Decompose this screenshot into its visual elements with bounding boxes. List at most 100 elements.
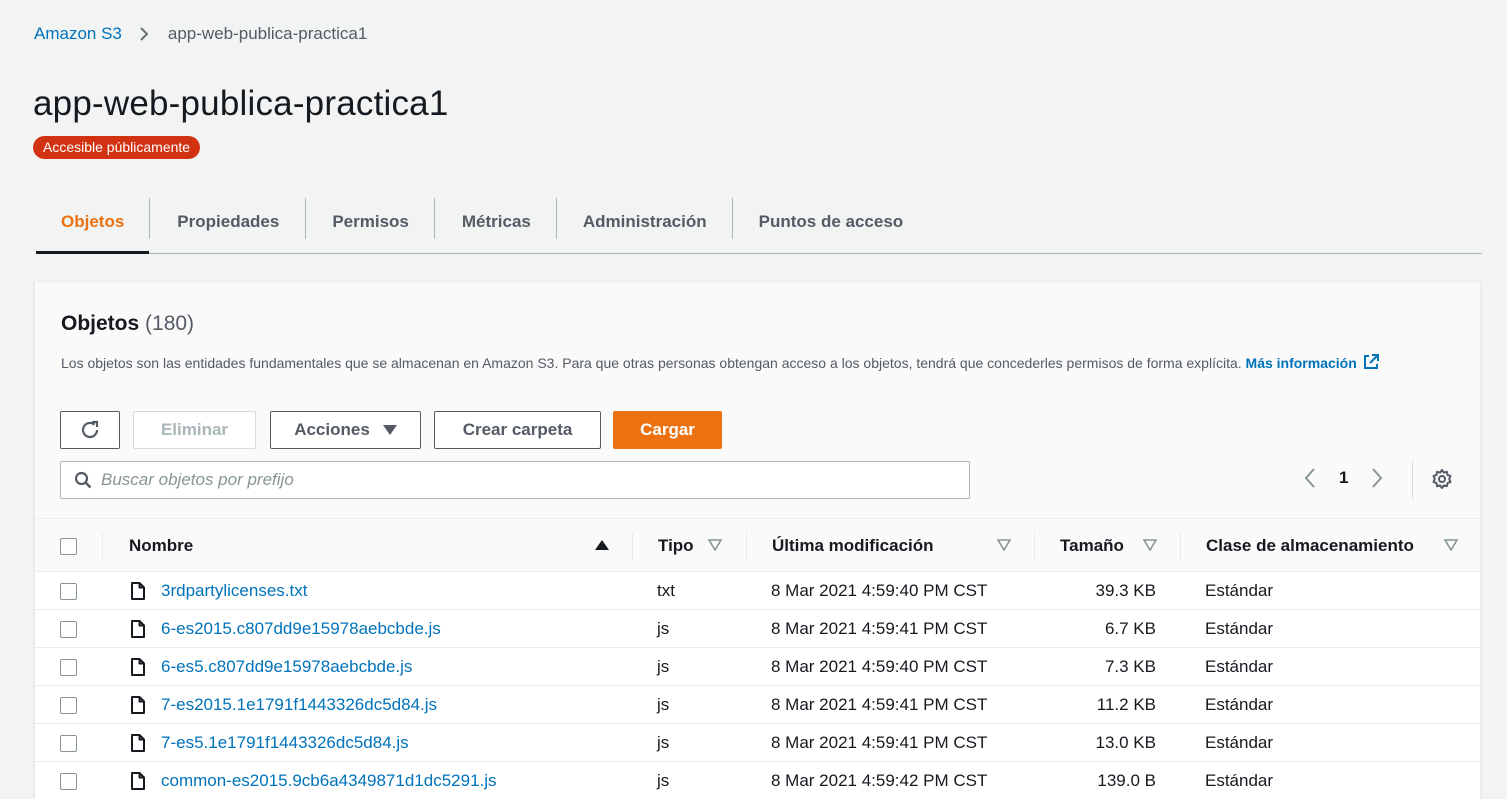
tab-permisos[interactable]: Permisos xyxy=(306,190,434,253)
row-checkbox[interactable] xyxy=(60,582,77,600)
row-checkbox-cell xyxy=(60,610,77,648)
object-name-link[interactable]: 6-es2015.c807dd9e15978aebcbde.js xyxy=(161,610,441,648)
chevron-left-icon xyxy=(1303,467,1317,489)
file-icon xyxy=(131,658,145,676)
search-box xyxy=(60,461,970,499)
row-checkbox[interactable] xyxy=(60,696,77,714)
row-checkbox[interactable] xyxy=(60,772,77,790)
sort-unsorted-icon[interactable] xyxy=(1444,539,1458,551)
column-header-nombre[interactable]: Nombre xyxy=(129,519,193,573)
table-row[interactable]: 7-es2015.1e1791f1443326dc5d84.js js 8 Ma… xyxy=(35,686,1480,724)
table-row[interactable]: common-es2015.9cb6a4349871d1dc5291.js js… xyxy=(35,762,1480,799)
row-checkbox[interactable] xyxy=(60,658,77,676)
sort-ascending-icon[interactable] xyxy=(595,539,609,551)
current-page-number[interactable]: 1 xyxy=(1339,468,1348,488)
object-last-modified: 8 Mar 2021 4:59:41 PM CST xyxy=(771,619,988,638)
search-input[interactable] xyxy=(101,470,951,490)
file-icon xyxy=(131,734,145,752)
chevron-right-icon xyxy=(138,26,150,42)
create-folder-button[interactable]: Crear carpeta xyxy=(434,411,601,449)
column-header-clase-almacenamiento[interactable]: Clase de almacenamiento xyxy=(1206,519,1414,573)
object-type: js xyxy=(657,657,670,676)
delete-button[interactable]: Eliminar xyxy=(133,411,256,449)
column-divider xyxy=(1034,532,1035,560)
external-link-icon xyxy=(1362,353,1380,379)
tab-propiedades[interactable]: Propiedades xyxy=(150,190,305,253)
sort-unsorted-icon[interactable] xyxy=(708,539,722,551)
gear-icon xyxy=(1431,468,1453,490)
tab-label: Puntos de acceso xyxy=(758,211,904,231)
tab-label: Permisos xyxy=(332,211,409,231)
row-checkbox[interactable] xyxy=(60,734,77,752)
more-info-link[interactable]: Más información xyxy=(1246,354,1380,371)
column-header-ultima-modificacion[interactable]: Última modificación xyxy=(772,519,934,573)
tab-puntos-de-acceso[interactable]: Puntos de acceso xyxy=(733,190,929,253)
objects-count: (180) xyxy=(145,312,195,335)
object-size: 13.0 KB xyxy=(1095,733,1157,752)
objects-description: Los objetos son las entidades fundamenta… xyxy=(61,350,1391,379)
object-name-link[interactable]: 6-es5.c807dd9e15978aebcbde.js xyxy=(161,648,412,686)
search-icon xyxy=(74,471,92,489)
object-size: 7.3 KB xyxy=(1104,657,1156,676)
object-last-modified: 8 Mar 2021 4:59:41 PM CST xyxy=(771,695,988,714)
object-name-link[interactable]: common-es2015.9cb6a4349871d1dc5291.js xyxy=(161,762,497,799)
tabs-bar: Objetos Propiedades Permisos Métricas Ad… xyxy=(36,190,1482,254)
sort-unsorted-icon[interactable] xyxy=(997,539,1011,551)
object-name-link[interactable]: 7-es5.1e1791f1443326dc5d84.js xyxy=(161,724,409,762)
objects-title: Objetos xyxy=(61,312,140,335)
tab-label: Propiedades xyxy=(177,211,280,231)
table-row[interactable]: 6-es5.c807dd9e15978aebcbde.js js 8 Mar 2… xyxy=(35,648,1480,686)
file-icon xyxy=(131,582,145,600)
object-size: 139.0 B xyxy=(1097,771,1156,790)
object-last-modified: 8 Mar 2021 4:59:40 PM CST xyxy=(771,581,988,600)
object-type: js xyxy=(657,733,670,752)
column-header-tamano[interactable]: Tamaño xyxy=(1060,519,1124,573)
object-type: js xyxy=(657,619,670,638)
tab-metricas[interactable]: Métricas xyxy=(435,190,556,253)
pagination: 1 xyxy=(1303,467,1384,489)
actions-dropdown-button[interactable]: Acciones xyxy=(270,411,421,449)
table-row[interactable]: 7-es5.1e1791f1443326dc5d84.js js 8 Mar 2… xyxy=(35,724,1480,762)
sort-unsorted-icon[interactable] xyxy=(1143,539,1157,551)
table-preferences-button[interactable] xyxy=(1431,468,1453,490)
object-size: 6.7 KB xyxy=(1104,619,1156,638)
object-type: js xyxy=(657,771,670,790)
upload-button[interactable]: Cargar xyxy=(613,411,722,449)
objects-panel-title: Objetos (180) xyxy=(61,312,194,336)
row-checkbox-cell xyxy=(60,762,77,799)
public-access-badge: Accesible públicamente xyxy=(33,136,201,159)
object-storage-class: Estándar xyxy=(1205,733,1274,752)
object-last-modified: 8 Mar 2021 4:59:40 PM CST xyxy=(771,657,988,676)
tab-administracion[interactable]: Administración xyxy=(557,190,732,253)
object-name-link[interactable]: 3rdpartylicenses.txt xyxy=(161,572,307,610)
refresh-icon xyxy=(79,419,101,441)
page-title: app-web-publica-practica1 xyxy=(33,84,449,123)
select-all-checkbox[interactable] xyxy=(60,537,77,555)
previous-page-button[interactable] xyxy=(1303,467,1317,489)
table-header: Nombre Tipo Última modificación Tamaño C… xyxy=(35,518,1480,572)
object-size: 11.2 KB xyxy=(1096,695,1156,714)
object-storage-class: Estándar xyxy=(1205,771,1274,790)
refresh-button[interactable] xyxy=(60,411,120,449)
table-row[interactable]: 3rdpartylicenses.txt txt 8 Mar 2021 4:59… xyxy=(35,572,1480,610)
breadcrumb-amazon-s3-link[interactable]: Amazon S3 xyxy=(34,24,122,44)
object-type: txt xyxy=(657,581,675,600)
pagination-divider xyxy=(1412,461,1413,499)
column-header-tipo[interactable]: Tipo xyxy=(658,519,694,573)
column-divider xyxy=(746,532,747,560)
table-row[interactable]: 6-es2015.c807dd9e15978aebcbde.js js 8 Ma… xyxy=(35,610,1480,648)
file-icon xyxy=(131,620,145,638)
row-checkbox-cell xyxy=(60,572,77,610)
object-storage-class: Estándar xyxy=(1205,619,1274,638)
object-storage-class: Estándar xyxy=(1205,657,1274,676)
tab-label: Métricas xyxy=(461,211,531,231)
object-type: js xyxy=(657,695,670,714)
object-name-link[interactable]: 7-es2015.1e1791f1443326dc5d84.js xyxy=(161,686,437,724)
row-checkbox[interactable] xyxy=(60,620,77,638)
next-page-button[interactable] xyxy=(1370,467,1384,489)
tab-objetos[interactable]: Objetos xyxy=(36,190,150,254)
object-storage-class: Estándar xyxy=(1205,581,1274,600)
select-all-checkbox-cell xyxy=(60,519,77,573)
file-icon xyxy=(131,696,145,714)
column-divider xyxy=(102,532,103,560)
